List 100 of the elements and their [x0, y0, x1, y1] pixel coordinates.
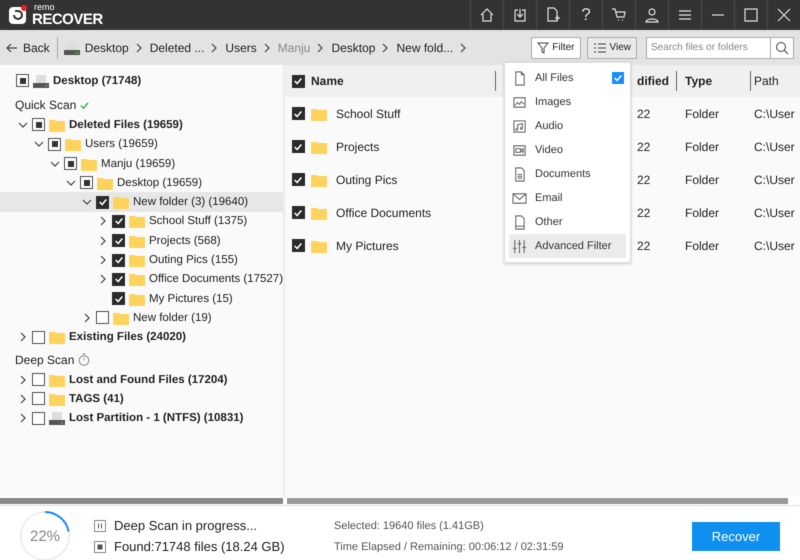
tree-item[interactable]: Existing Files (24020) — [0, 328, 283, 347]
checkbox[interactable] — [112, 234, 125, 248]
breadcrumb-item[interactable]: Desktop — [331, 40, 376, 54]
checkbox[interactable] — [612, 72, 624, 84]
checkbox[interactable] — [292, 107, 304, 120]
tree-item[interactable]: TAGS (41) — [0, 389, 283, 408]
tree-label: Projects (568) — [149, 234, 221, 247]
chevron-right-icon[interactable] — [18, 394, 28, 404]
table-cell: Folder — [685, 106, 720, 120]
chevron-down-icon[interactable] — [34, 139, 44, 150]
chevron-right-icon[interactable] — [458, 42, 468, 52]
menu-item[interactable]: Audio — [509, 114, 626, 138]
checkbox[interactable] — [32, 330, 45, 344]
breadcrumb-item[interactable]: Desktop — [84, 40, 129, 54]
checkbox[interactable] — [96, 196, 109, 209]
tree-item[interactable]: School Stuff (1375) — [0, 212, 283, 232]
breadcrumb-item[interactable]: Deleted ... — [150, 40, 204, 54]
checkbox[interactable] — [112, 272, 125, 286]
search-button[interactable] — [770, 36, 794, 58]
tree-item[interactable]: Office Documents (17527) — [0, 270, 283, 289]
menu-item[interactable]: Video — [509, 138, 626, 162]
chevron-right-icon[interactable] — [82, 312, 92, 323]
image-icon — [512, 94, 527, 110]
view-button[interactable]: View — [586, 36, 637, 58]
checkbox[interactable] — [32, 373, 45, 386]
chevron-right-icon[interactable] — [98, 255, 108, 266]
scrollbar[interactable] — [0, 498, 283, 504]
chevron-down-icon[interactable] — [66, 178, 76, 188]
checkbox[interactable] — [292, 140, 304, 153]
arrow-left-icon — [6, 42, 18, 54]
chevron-down-icon[interactable] — [18, 120, 28, 130]
table-cell: Folder — [685, 238, 720, 252]
tree-item[interactable]: Projects (568) — [0, 231, 283, 250]
tree-label: My Pictures (15) — [149, 292, 233, 305]
tree-item[interactable]: My Pictures (15) — [0, 288, 283, 308]
checkbox[interactable] — [48, 138, 61, 151]
chevron-right-icon[interactable] — [98, 274, 108, 284]
checkbox[interactable] — [112, 214, 125, 228]
checkbox[interactable] — [80, 176, 93, 190]
search-field[interactable]: Search files or folders — [646, 36, 770, 58]
breadcrumb-item[interactable]: Users — [225, 40, 257, 54]
tree-label: Desktop (71748) — [53, 74, 142, 87]
tree-label: Users (19659) — [85, 138, 158, 150]
tree-item[interactable]: Users (19659) — [0, 134, 283, 154]
checkbox[interactable] — [112, 254, 125, 267]
tree-item[interactable]: Desktop (71748) — [0, 71, 283, 90]
pause-icon[interactable] — [94, 520, 106, 532]
chevron-down-icon[interactable] — [50, 158, 60, 169]
checkbox[interactable] — [32, 392, 45, 406]
checkbox[interactable] — [32, 118, 45, 132]
tree-item[interactable]: Lost and Found Files (17204) — [0, 370, 283, 390]
chevron-right-icon[interactable] — [134, 42, 144, 52]
tree-item[interactable]: Deleted Files (19659) — [0, 115, 283, 135]
menu-item[interactable]: Email — [509, 186, 626, 210]
folder-icon — [81, 156, 97, 171]
checkbox[interactable] — [292, 74, 304, 88]
chevron-right-icon[interactable] — [380, 42, 390, 52]
chevron-right-icon[interactable] — [18, 413, 28, 424]
table-cell: C:\User — [754, 206, 795, 220]
tree-item[interactable]: Lost Partition - 1 (NTFS) (10831) — [0, 408, 283, 428]
tree-item[interactable]: Outing Pics (155) — [0, 250, 283, 270]
checkbox[interactable] — [112, 292, 125, 306]
checkbox[interactable] — [96, 311, 109, 324]
tree-label: Desktop (19659) — [117, 176, 202, 189]
checkbox[interactable] — [64, 157, 77, 170]
chevron-down-icon[interactable] — [82, 197, 92, 208]
chevron-right-icon[interactable] — [98, 236, 108, 246]
chevron-right-icon[interactable] — [315, 42, 326, 52]
tree-item[interactable]: New folder (19) — [0, 308, 283, 328]
checkbox[interactable] — [32, 412, 45, 425]
stop-icon[interactable] — [94, 540, 106, 552]
column-header[interactable]: Path — [754, 74, 779, 88]
time-summary: Time Elapsed / Remaining: 00:06:12 / 02:31:59 — [334, 540, 564, 552]
filter-button[interactable]: Filter — [531, 36, 580, 58]
chevron-right-icon[interactable] — [98, 216, 108, 226]
breadcrumb-item[interactable]: New fold... — [396, 40, 454, 54]
table-cell: Folder — [685, 140, 720, 154]
menu-item[interactable]: Images — [509, 90, 626, 114]
table-cell: C:\User — [754, 140, 795, 154]
menu-item[interactable]: All Files — [509, 66, 626, 90]
back-button[interactable]: Back — [6, 36, 58, 58]
menu-item[interactable]: Advanced Filter — [509, 234, 626, 258]
checkbox[interactable] — [16, 74, 29, 88]
tree-item[interactable]: Desktop (19659) — [0, 173, 283, 192]
column-header[interactable]: Type — [685, 74, 712, 88]
checkbox[interactable] — [292, 206, 304, 219]
checkbox[interactable] — [292, 173, 304, 186]
checkbox[interactable] — [292, 239, 304, 252]
chevron-right-icon[interactable] — [18, 374, 28, 384]
column-header[interactable]: Name — [311, 74, 344, 88]
chevron-right-icon[interactable] — [18, 332, 28, 342]
chevron-right-icon[interactable] — [262, 42, 272, 52]
column-header[interactable]: dified — [637, 74, 669, 88]
scrollbar[interactable] — [287, 498, 788, 504]
tree-item[interactable]: Manju (19659) — [0, 154, 283, 174]
menu-item[interactable]: Documents — [509, 162, 626, 186]
table-cell: 22 — [637, 140, 650, 154]
tree-item[interactable]: New folder (3) (19640) — [0, 192, 283, 212]
menu-item[interactable]: Other — [509, 210, 626, 234]
chevron-right-icon[interactable] — [209, 42, 220, 52]
